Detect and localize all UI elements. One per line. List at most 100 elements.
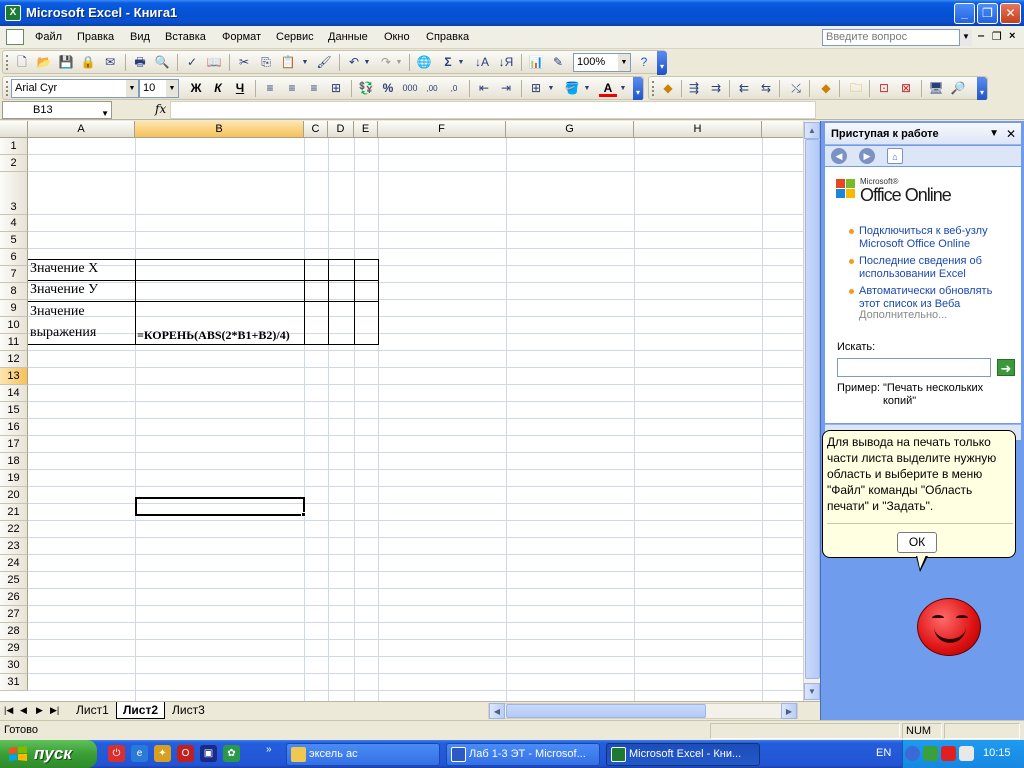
drawing-icon[interactable]: ✎ bbox=[549, 54, 567, 71]
link-latest-news[interactable]: Последние сведения об использовании Exce… bbox=[835, 255, 1015, 281]
decrease-decimal-icon[interactable]: ,0 bbox=[445, 80, 463, 97]
name-box-dropdown-icon[interactable]: ▼ bbox=[101, 106, 109, 122]
row-header-26[interactable]: 26 bbox=[0, 589, 28, 606]
row-header-5[interactable]: 5 bbox=[0, 232, 28, 249]
ok-button[interactable]: ОК bbox=[897, 532, 937, 553]
vertical-scrollbar[interactable]: ▲ ▼ bbox=[803, 121, 820, 701]
row-header-6[interactable]: 6 bbox=[0, 249, 28, 266]
sheet-tab-1[interactable]: Лист1 bbox=[70, 702, 115, 719]
name-box[interactable]: B13 ▼ bbox=[2, 101, 112, 119]
scroll-up-icon[interactable]: ▲ bbox=[804, 122, 820, 139]
cell-a2[interactable]: Значение У bbox=[30, 282, 98, 298]
help-icon[interactable]: ? bbox=[635, 54, 653, 71]
error-check-icon[interactable]: ◆ bbox=[659, 80, 677, 97]
prev-sheet-icon[interactable]: ◀ bbox=[20, 705, 27, 716]
row-header-30[interactable]: 30 bbox=[0, 657, 28, 674]
horizontal-scrollbar[interactable]: ◀ ▶ bbox=[488, 703, 798, 719]
autosum-dropdown-icon[interactable]: ▼ bbox=[457, 54, 465, 71]
formula-input[interactable] bbox=[170, 101, 816, 119]
row-header-7[interactable]: 7 bbox=[0, 266, 28, 283]
redo-dropdown-icon[interactable]: ▼ bbox=[395, 54, 403, 71]
new-icon[interactable]: 🗋 bbox=[13, 54, 31, 71]
horizontal-scroll-thumb[interactable] bbox=[506, 704, 706, 718]
worksheet-grid[interactable]: A B C D E F G H 1 2 3 4 5 6 7 8 9 10 11 12 13 14 15 16 1… bbox=[0, 121, 820, 701]
column-header-f[interactable]: F bbox=[378, 121, 506, 138]
row-header-12[interactable]: 12 bbox=[0, 351, 28, 368]
undo-dropdown-icon[interactable]: ▼ bbox=[363, 54, 371, 71]
search-input[interactable] bbox=[837, 358, 991, 377]
start-button[interactable]: пуск bbox=[0, 740, 97, 768]
language-indicator[interactable]: EN bbox=[876, 747, 891, 759]
align-right-icon[interactable]: ≡ bbox=[305, 80, 323, 97]
row-header-18[interactable]: 18 bbox=[0, 453, 28, 470]
row-header-15[interactable]: 15 bbox=[0, 402, 28, 419]
column-header-b[interactable]: B bbox=[135, 121, 304, 138]
forward-icon[interactable]: ▶ bbox=[859, 148, 875, 164]
toolbar-options-icon[interactable]: ▾ bbox=[657, 51, 667, 75]
column-header-h[interactable]: H bbox=[634, 121, 762, 138]
cut-icon[interactable]: ✂ bbox=[235, 54, 253, 71]
formatting-options-icon[interactable]: ▾ bbox=[633, 77, 643, 101]
fill-color-icon[interactable]: 🪣 bbox=[563, 80, 581, 97]
quicklaunch-app3-icon[interactable]: ✦ bbox=[154, 745, 171, 762]
row-header-20[interactable]: 20 bbox=[0, 487, 28, 504]
quicklaunch-ie-icon[interactable]: e bbox=[131, 745, 148, 762]
quicklaunch-more-icon[interactable]: » bbox=[266, 744, 272, 755]
column-header-d[interactable]: D bbox=[328, 121, 354, 138]
print-icon[interactable]: 🖶 bbox=[131, 54, 149, 71]
row-header-23[interactable]: 23 bbox=[0, 538, 28, 555]
row-header-24[interactable]: 24 bbox=[0, 555, 28, 572]
paste-icon[interactable]: 📋 bbox=[279, 54, 297, 71]
copy-icon[interactable]: ⎘ bbox=[257, 54, 275, 71]
menu-insert[interactable]: Вставка bbox=[165, 31, 206, 43]
quicklaunch-app6-icon[interactable]: ✿ bbox=[223, 745, 240, 762]
save-icon[interactable]: 💾 bbox=[57, 54, 75, 71]
paste-dropdown-icon[interactable]: ▼ bbox=[301, 54, 309, 71]
sort-ascending-icon[interactable]: ↓A bbox=[473, 54, 491, 71]
currency-icon[interactable]: 💱 bbox=[357, 80, 375, 97]
menu-window[interactable]: Окно bbox=[384, 31, 410, 43]
selected-cell-b13[interactable] bbox=[135, 497, 305, 516]
office-assistant-icon[interactable] bbox=[917, 598, 981, 656]
sheet-tab-3[interactable]: Лист3 bbox=[166, 702, 211, 719]
cell-b3[interactable]: =КОРЕНЬ(ABS(2*B1+B2)/4) bbox=[137, 328, 290, 343]
menu-help[interactable]: Справка bbox=[426, 31, 469, 43]
row-header-1[interactable]: 1 bbox=[0, 138, 28, 155]
row-header-9[interactable]: 9 bbox=[0, 300, 28, 317]
task-excel[interactable]: Microsoft Excel - Кни... bbox=[606, 743, 760, 766]
task-pane-menu-icon[interactable]: ▼ bbox=[989, 123, 999, 145]
row-header-29[interactable]: 29 bbox=[0, 640, 28, 657]
menu-data[interactable]: Данные bbox=[328, 31, 368, 43]
minimize-button[interactable]: _ bbox=[954, 3, 975, 24]
ask-dropdown-icon[interactable]: ▼ bbox=[959, 29, 972, 46]
font-select[interactable]: Arial Cyr ▼ bbox=[11, 79, 139, 98]
row-header-19[interactable]: 19 bbox=[0, 470, 28, 487]
sort-descending-icon[interactable]: ↓Я bbox=[497, 54, 515, 71]
row-header-22[interactable]: 22 bbox=[0, 521, 28, 538]
close-button[interactable]: ✕ bbox=[1000, 3, 1021, 24]
menu-view[interactable]: Вид bbox=[130, 31, 150, 43]
row-header-31[interactable]: 31 bbox=[0, 674, 28, 691]
doc-restore-button[interactable]: ❐ bbox=[992, 30, 1002, 43]
align-left-icon[interactable]: ≡ bbox=[261, 80, 279, 97]
link-auto-update[interactable]: Автоматически обновлять этот список из В… bbox=[835, 285, 1015, 311]
last-sheet-icon[interactable]: ▶| bbox=[50, 705, 59, 716]
scroll-down-icon[interactable]: ▼ bbox=[804, 683, 820, 700]
remove-dependents-icon[interactable]: ⇆ bbox=[757, 80, 775, 97]
document-icon[interactable] bbox=[6, 29, 24, 45]
more-link[interactable]: Дополнительно... bbox=[859, 309, 947, 321]
new-comment-icon[interactable]: 🗀 bbox=[847, 80, 865, 97]
column-header-g[interactable]: G bbox=[506, 121, 634, 138]
row-header-16[interactable]: 16 bbox=[0, 419, 28, 436]
trace-dependents-icon[interactable]: ⇇ bbox=[735, 80, 753, 97]
email-icon[interactable]: ✉ bbox=[101, 54, 119, 71]
row-header-10[interactable]: 10 bbox=[0, 317, 28, 334]
percent-icon[interactable]: % bbox=[379, 80, 397, 97]
link-office-online[interactable]: Подключиться к веб-узлу Microsoft Office… bbox=[835, 225, 1015, 251]
row-header-17[interactable]: 17 bbox=[0, 436, 28, 453]
autosum-icon[interactable]: Σ bbox=[439, 54, 457, 71]
align-center-icon[interactable]: ≡ bbox=[283, 80, 301, 97]
tray-network-icon[interactable] bbox=[923, 746, 938, 761]
cell-a3-line2[interactable]: выражения bbox=[30, 325, 96, 341]
insert-function-icon[interactable]: fx bbox=[155, 102, 166, 116]
